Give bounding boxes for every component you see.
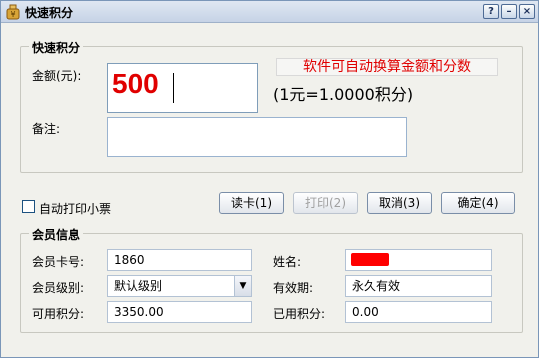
validity-label: 有效期: bbox=[273, 281, 314, 295]
svg-text:¥: ¥ bbox=[10, 10, 15, 19]
used-points-field[interactable]: 0.00 bbox=[345, 301, 492, 323]
close-button[interactable]: × bbox=[519, 4, 535, 19]
card-number-label: 会员卡号: bbox=[32, 255, 85, 269]
amount-label: 金额(元): bbox=[32, 69, 82, 83]
auto-print-label[interactable]: 自动打印小票 bbox=[39, 200, 111, 217]
remark-label: 备注: bbox=[32, 122, 61, 136]
chevron-down-icon[interactable]: ▼ bbox=[234, 276, 251, 296]
available-points-label: 可用积分: bbox=[32, 307, 85, 321]
confirm-button[interactable]: 确定(4) bbox=[441, 192, 515, 214]
money-bag-icon: ¥ bbox=[6, 4, 20, 20]
cancel-button[interactable]: 取消(3) bbox=[367, 192, 432, 214]
text-caret bbox=[173, 73, 174, 103]
auto-print-checkbox[interactable] bbox=[22, 200, 35, 213]
auto-convert-hint: 软件可自动换算金额和分数 bbox=[276, 58, 498, 76]
title-bar[interactable]: ¥ 快速积分 ? – × bbox=[1, 1, 538, 23]
quick-points-window: ¥ 快速积分 ? – × 快速积分 金额(元): 500 软件可自动换算金额和分… bbox=[0, 0, 539, 358]
available-points-field[interactable]: 3350.00 bbox=[107, 301, 252, 323]
member-info-legend: 会员信息 bbox=[29, 226, 84, 243]
exchange-rate: (1元=1.0000积分) bbox=[273, 85, 414, 104]
amount-input[interactable]: 500 bbox=[107, 63, 258, 113]
amount-value: 500 bbox=[112, 68, 159, 99]
remark-input[interactable] bbox=[107, 117, 407, 157]
member-level-value: 默认级别 bbox=[114, 279, 163, 293]
used-points-label: 已用积分: bbox=[273, 307, 326, 321]
help-button[interactable]: ? bbox=[483, 4, 499, 19]
redacted-name bbox=[351, 253, 389, 266]
window-title: 快速积分 bbox=[25, 6, 74, 20]
card-number-field[interactable]: 1860 bbox=[107, 249, 252, 271]
validity-field[interactable]: 永久有效 bbox=[345, 275, 492, 297]
print-button[interactable]: 打印(2) bbox=[293, 192, 358, 214]
quick-points-legend: 快速积分 bbox=[29, 39, 84, 56]
read-card-button[interactable]: 读卡(1) bbox=[219, 192, 284, 214]
member-level-select[interactable]: 默认级别 ▼ bbox=[107, 275, 252, 297]
member-level-label: 会员级别: bbox=[32, 281, 85, 295]
minimize-button[interactable]: – bbox=[501, 4, 517, 19]
name-label: 姓名: bbox=[273, 255, 302, 269]
